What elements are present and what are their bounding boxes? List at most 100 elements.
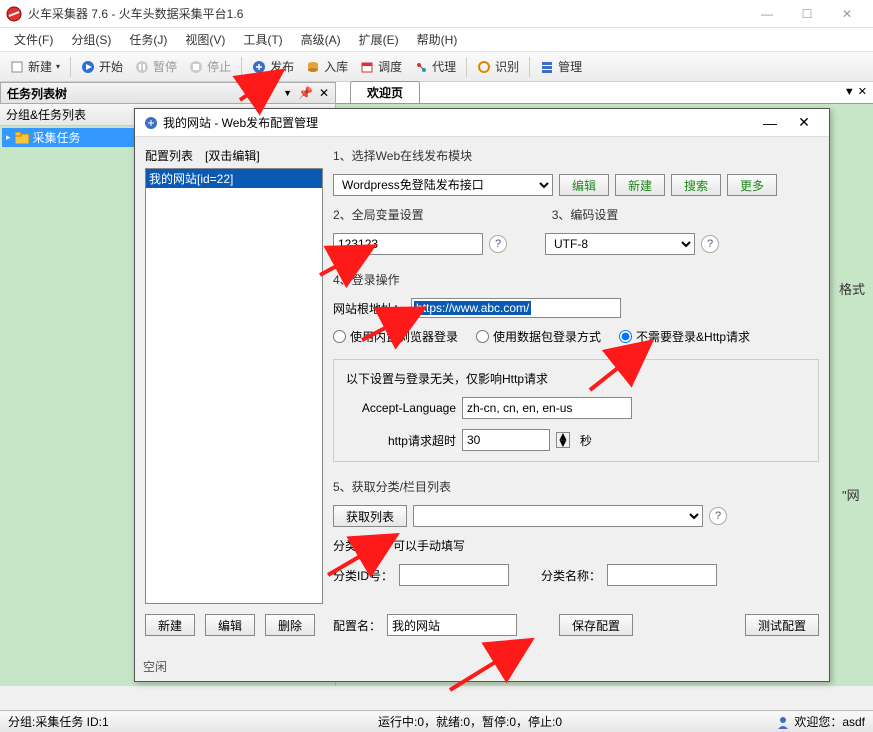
menu-tools[interactable]: 工具(T) [235, 29, 290, 50]
toolbar: 新建▾ 开始 暂停 停止 发布 入库 调度 代理 识别 管理 [0, 52, 873, 82]
pin-icon[interactable]: 📌 [298, 86, 313, 100]
config-list[interactable]: 我的网站[id=22] [145, 168, 323, 604]
window-maximize[interactable]: ☐ [787, 2, 827, 26]
bg-text-format: 格式 [839, 279, 865, 298]
tb-start[interactable]: 开始 [75, 56, 129, 77]
toolbar-sep [70, 57, 71, 77]
window-minimize[interactable]: — [747, 2, 787, 26]
btn-module-new[interactable]: 新建 [615, 174, 665, 196]
radio-no-login[interactable]: 不需要登录&Http请求 [619, 328, 750, 345]
spinner-icon[interactable]: ▲▼ [556, 432, 570, 448]
menu-group[interactable]: 分组(S) [63, 29, 119, 50]
tb-recognize-label: 识别 [495, 58, 519, 75]
tb-new[interactable]: 新建▾ [4, 56, 66, 77]
new-icon [10, 60, 24, 74]
app-icon [6, 6, 22, 22]
user-icon [776, 715, 790, 729]
config-name-input[interactable] [387, 614, 517, 636]
global-var-input[interactable] [333, 233, 483, 255]
collapse-icon[interactable]: ▸ [6, 132, 11, 143]
tb-manage[interactable]: 管理 [534, 56, 588, 77]
window-titlebar: 火车采集器 7.6 - 火车头数据采集平台1.6 — ☐ ✕ [0, 0, 873, 28]
tb-publish-label: 发布 [270, 58, 294, 75]
config-list-item[interactable]: 我的网站[id=22] [146, 169, 322, 188]
http-note: 以下设置与登录无关，仅影响Http请求 [346, 370, 806, 387]
window-close[interactable]: ✕ [827, 2, 867, 26]
btn-config-delete[interactable]: 删除 [265, 614, 315, 636]
status-center: 运行中:0，就绪:0，暂停:0，停止:0 [378, 713, 776, 730]
config-list-label: 配置列表 [双击编辑] [145, 147, 323, 164]
bg-text-quote: "网 [842, 485, 860, 504]
login-mode-radios: 使用内置浏览器登录 使用数据包登录方式 不需要登录&Http请求 [333, 328, 819, 345]
tb-recognize[interactable]: 识别 [471, 56, 525, 77]
group-task-title: 分组&任务列表 [6, 106, 86, 123]
chevron-down-icon[interactable]: ▼ [283, 88, 292, 98]
menu-file[interactable]: 文件(F) [6, 29, 61, 50]
section-2-title: 2、全局变量设置 [333, 206, 424, 223]
tb-proxy-label: 代理 [432, 58, 456, 75]
dialog-title: 我的网站 - Web发布配置管理 [163, 114, 753, 131]
menubar: 文件(F) 分组(S) 任务(J) 视图(V) 工具(T) 高级(A) 扩展(E… [0, 28, 873, 52]
tb-schedule[interactable]: 调度 [354, 56, 408, 77]
btn-test-config[interactable]: 测试配置 [745, 614, 819, 636]
help-global-icon[interactable]: ? [489, 235, 507, 253]
dialog-minimize[interactable]: — [753, 115, 787, 131]
tree-pane-title: 任务列表树 [7, 85, 67, 102]
help-category-icon[interactable]: ? [709, 507, 727, 525]
encoding-select[interactable]: UTF-8 [545, 233, 695, 255]
menu-view[interactable]: 视图(V) [177, 29, 233, 50]
tb-import[interactable]: 入库 [300, 56, 354, 77]
statusbar: 分组:采集任务 ID:1 运行中:0，就绪:0，暂停:0，停止:0 欢迎您：as… [0, 710, 873, 732]
folder-icon [15, 132, 29, 144]
category-id-input[interactable] [399, 564, 509, 586]
close-pane-icon[interactable]: ✕ [319, 86, 329, 100]
tb-pause[interactable]: 暂停 [129, 56, 183, 77]
dialog-close[interactable]: ✕ [787, 114, 821, 131]
timeout-unit: 秒 [580, 432, 592, 449]
manage-icon [540, 60, 554, 74]
tab-menu[interactable]: ▼ ✕ [844, 85, 867, 98]
btn-config-new[interactable]: 新建 [145, 614, 195, 636]
tb-stop[interactable]: 停止 [183, 56, 237, 77]
help-encoding-icon[interactable]: ? [701, 235, 719, 253]
database-icon [306, 60, 320, 74]
menu-help[interactable]: 帮助(H) [409, 29, 466, 50]
category-name-input[interactable] [607, 564, 717, 586]
btn-save-config[interactable]: 保存配置 [559, 614, 633, 636]
tb-stop-label: 停止 [207, 58, 231, 75]
section-5-title: 5、获取分类/栏目列表 [333, 478, 819, 495]
toolbar-sep [466, 57, 467, 77]
tree-pane-header: 任务列表树 ▼ 📌 ✕ [0, 82, 336, 104]
btn-config-edit[interactable]: 编辑 [205, 614, 255, 636]
tb-publish[interactable]: 发布 [246, 56, 300, 77]
recognize-icon [477, 60, 491, 74]
schedule-icon [360, 60, 374, 74]
menu-advanced[interactable]: 高级(A) [293, 29, 349, 50]
accept-language-input[interactable] [462, 397, 632, 419]
category-list-select[interactable] [413, 505, 703, 527]
tb-proxy[interactable]: 代理 [408, 56, 462, 77]
toolbar-sep [241, 57, 242, 77]
btn-module-edit[interactable]: 编辑 [559, 174, 609, 196]
play-icon [81, 60, 95, 74]
dialog-icon [143, 115, 159, 131]
btn-get-list[interactable]: 获取列表 [333, 505, 407, 527]
window-title: 火车采集器 7.6 - 火车头数据采集平台1.6 [28, 5, 747, 22]
timeout-label: http请求超时 [346, 432, 456, 449]
menu-task[interactable]: 任务(J) [121, 29, 175, 50]
btn-module-search[interactable]: 搜索 [671, 174, 721, 196]
root-url-input[interactable]: https://www.abc.com/ [411, 298, 621, 318]
accept-language-label: Accept-Language [346, 401, 456, 415]
btn-module-more[interactable]: 更多 [727, 174, 777, 196]
menu-extend[interactable]: 扩展(E) [351, 29, 407, 50]
status-right: 欢迎您：asdf [776, 713, 865, 730]
radio-packet-login[interactable]: 使用数据包登录方式 [476, 328, 601, 345]
toolbar-sep [529, 57, 530, 77]
tb-manage-label: 管理 [558, 58, 582, 75]
dialog-titlebar: 我的网站 - Web发布配置管理 — ✕ [135, 109, 829, 137]
timeout-input[interactable] [462, 429, 550, 451]
tab-welcome[interactable]: 欢迎页 [350, 81, 420, 103]
module-select[interactable]: Wordpress免登陆发布接口 [333, 174, 553, 196]
tb-start-label: 开始 [99, 58, 123, 75]
radio-browser-login[interactable]: 使用内置浏览器登录 [333, 328, 458, 345]
